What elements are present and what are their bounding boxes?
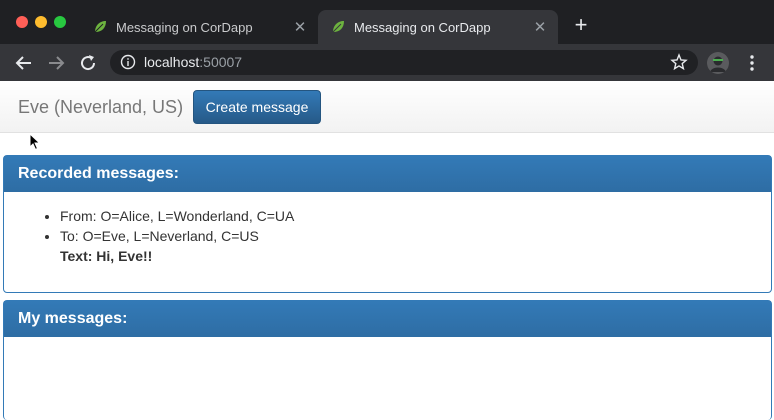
my-messages-panel: My messages: (3, 300, 772, 420)
browser-toolbar: localhost:50007 (0, 44, 774, 81)
message-list: From: O=Alice, L=Wonderland, C=UA To: O=… (4, 206, 771, 266)
url-port: :50007 (199, 54, 243, 70)
window-minimize-button[interactable] (35, 16, 47, 28)
spring-leaf-icon (332, 21, 344, 33)
recorded-messages-body: From: O=Alice, L=Wonderland, C=UA To: O=… (4, 192, 771, 266)
message-to-item: To: O=Eve, L=Neverland, C=US Text: Hi, E… (60, 226, 771, 266)
browser-tab-title: Messaging on CorDapp (116, 19, 253, 35)
address-bar[interactable]: localhost:50007 (110, 50, 698, 75)
new-tab-button[interactable]: + (570, 14, 592, 36)
forward-arrow-icon[interactable] (45, 52, 67, 74)
browser-menu-icon[interactable] (744, 54, 760, 72)
avatar-icon (707, 52, 729, 74)
browser-tab-2[interactable]: Messaging on CorDapp ✕ (318, 10, 558, 44)
info-icon[interactable] (120, 54, 136, 70)
window-zoom-button[interactable] (54, 16, 66, 28)
my-messages-heading: My messages: (4, 301, 771, 337)
message-text: Text: Hi, Eve!! (60, 248, 153, 264)
app-navbar: Eve (Neverland, US) Create message (0, 81, 774, 133)
close-tab-icon[interactable]: ✕ (292, 18, 308, 36)
close-tab-icon[interactable]: ✕ (532, 18, 548, 36)
spring-leaf-icon (94, 21, 106, 33)
window-close-button[interactable] (16, 16, 28, 28)
page-content: Eve (Neverland, US) Create message Recor… (0, 81, 774, 420)
recorded-messages-heading: Recorded messages: (4, 156, 771, 192)
reload-icon[interactable] (77, 52, 99, 74)
browser-tab-title: Messaging on CorDapp (354, 19, 491, 35)
message-from: From: O=Alice, L=Wonderland, C=UA (60, 206, 771, 226)
browser-tab-strip: Messaging on CorDapp ✕ Messaging on CorD… (0, 0, 774, 44)
profile-avatar[interactable] (707, 52, 729, 74)
url-text: localhost:50007 (144, 54, 242, 70)
mouse-cursor-icon (29, 133, 41, 151)
message-to: To: O=Eve, L=Neverland, C=US (60, 228, 259, 244)
back-arrow-icon[interactable] (13, 52, 35, 74)
recorded-messages-panel: Recorded messages: From: O=Alice, L=Wond… (3, 155, 772, 293)
url-host: localhost (144, 54, 200, 70)
node-identity-title: Eve (Neverland, US) (18, 97, 184, 117)
browser-tab-1[interactable]: Messaging on CorDapp ✕ (80, 10, 318, 44)
create-message-button[interactable]: Create message (193, 90, 321, 124)
bookmark-star-icon[interactable] (670, 53, 688, 71)
